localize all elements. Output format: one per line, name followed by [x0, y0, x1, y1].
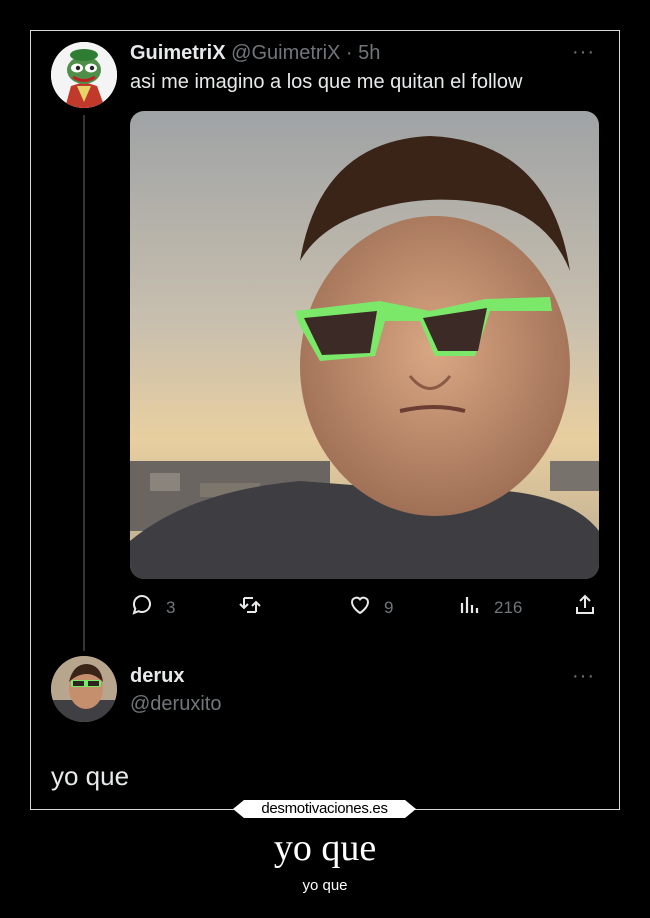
tweet-text: asi me imagino a los que me quitan el fo…: [130, 71, 523, 93]
share-action[interactable]: [573, 593, 597, 622]
tweet-screenshot-frame: GuimetriX @GuimetriX · 5h ··· asi me ima…: [30, 30, 620, 810]
caption-subtitle: yo que: [302, 877, 348, 894]
more-options-icon[interactable]: ···: [572, 41, 595, 64]
reply-icon: [130, 593, 154, 622]
thread-line: [83, 115, 85, 651]
tweet-media-photo[interactable]: [130, 111, 599, 579]
like-icon: [348, 593, 372, 622]
handle-time[interactable]: @GuimetriX · 5h: [231, 42, 380, 64]
views-action[interactable]: 216: [458, 593, 522, 622]
tweet-header: GuimetriX @GuimetriX · 5h: [130, 42, 380, 65]
display-name[interactable]: GuimetriX: [130, 42, 226, 64]
views-count: 216: [494, 597, 523, 617]
derux-avatar[interactable]: [51, 656, 117, 722]
reply-handle[interactable]: @deruxito: [130, 693, 221, 716]
site-watermark[interactable]: desmotivaciones.es: [233, 800, 416, 818]
tweet-actions-bar: 3 9 216: [130, 593, 600, 621]
views-icon: [458, 593, 482, 622]
retweet-action[interactable]: [238, 593, 274, 622]
reply-action[interactable]: 3: [130, 593, 175, 622]
caption-title: yo que: [273, 827, 377, 869]
guimetrix-avatar[interactable]: [51, 42, 117, 108]
reply-display-name[interactable]: derux: [130, 665, 184, 688]
share-icon: [573, 593, 597, 622]
reply-count: 3: [166, 597, 176, 617]
reply-text: yo que: [51, 761, 130, 791]
reply-more-options-icon[interactable]: ···: [572, 665, 595, 688]
retweet-icon: [238, 593, 262, 622]
like-action[interactable]: 9: [348, 593, 393, 622]
like-count: 9: [384, 597, 394, 617]
